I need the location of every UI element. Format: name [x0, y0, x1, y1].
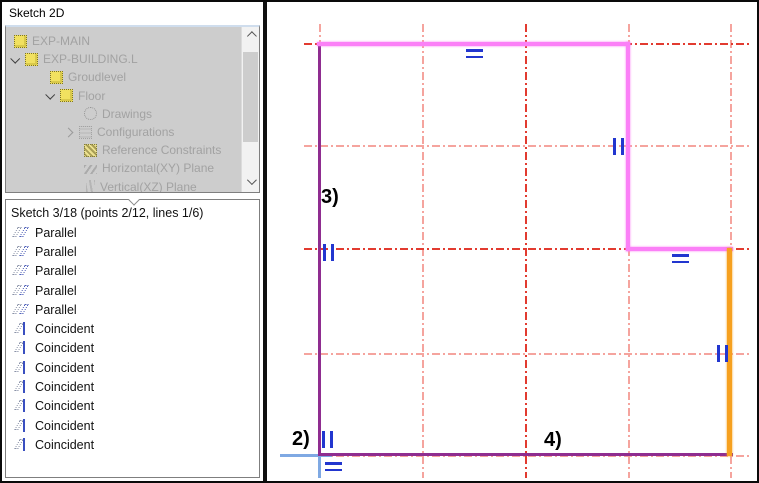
list-item[interactable]: Parallel: [6, 281, 259, 300]
tree-item-vertical-plane[interactable]: Vertical(XZ) Plane: [6, 178, 259, 194]
parallel-constraint-symbol[interactable]: [717, 345, 728, 362]
wall-left[interactable]: [318, 43, 322, 456]
coincident-icon: [14, 399, 29, 413]
construction-line-vertical: [525, 24, 527, 478]
constraint-label: Parallel: [35, 226, 77, 240]
parallel-icon: [14, 226, 29, 240]
scrollbar-up-button[interactable]: [242, 29, 259, 46]
sketch-canvas[interactable]: 3) 2) 4): [267, 2, 757, 481]
equal-constraint-symbol[interactable]: [325, 462, 342, 471]
coincident-icon: [14, 322, 29, 336]
construction-line-horizontal: [304, 353, 750, 355]
parallel-constraint-symbol[interactable]: [613, 138, 624, 155]
tree-item-label: Drawings: [102, 107, 152, 121]
list-item[interactable]: Coincident: [6, 416, 259, 435]
constraint-label: Coincident: [35, 438, 94, 452]
chevron-up-icon: [247, 31, 257, 41]
sketch-icon: [25, 53, 38, 66]
constraint-list: Parallel Parallel Parallel Parallel Para…: [6, 223, 259, 455]
sketch-2d-window: Sketch 2D EXP-MAIN EXP-BUILDING.L Groudl…: [0, 0, 759, 483]
list-item[interactable]: Coincident: [6, 435, 259, 454]
vertex-label: 3): [321, 187, 339, 207]
parallel-icon: [14, 245, 29, 259]
parallel-constraint-symbol[interactable]: [323, 244, 334, 261]
tree-item-horizontal-plane[interactable]: Horizontal(XY) Plane: [6, 159, 259, 177]
parallel-icon: [14, 284, 29, 298]
constraint-list-panel: Sketch 3/18 (points 2/12, lines 1/6) Par…: [5, 199, 260, 478]
coincident-icon: [14, 341, 29, 355]
tree-item-configurations[interactable]: Configurations: [6, 123, 259, 141]
panel-title: Sketch 2D: [2, 2, 263, 24]
list-item[interactable]: Coincident: [6, 339, 259, 358]
constraint-label: Coincident: [35, 341, 94, 355]
constraint-label: Coincident: [35, 399, 94, 413]
list-item[interactable]: Coincident: [6, 397, 259, 416]
coincident-icon: [14, 438, 29, 452]
tree-item-label: Floor: [78, 89, 105, 103]
drawings-icon: [84, 107, 97, 120]
coincident-icon: [14, 380, 29, 394]
configurations-icon: [79, 126, 92, 139]
chevron-right-icon[interactable]: [63, 129, 74, 136]
list-item[interactable]: Parallel: [6, 223, 259, 242]
wall-top[interactable]: [317, 42, 630, 46]
tree-item-label: Reference Constraints: [102, 143, 221, 157]
list-item[interactable]: Parallel: [6, 300, 259, 319]
constraint-label: Parallel: [35, 284, 77, 298]
tree-item-drawings[interactable]: Drawings: [6, 105, 259, 123]
chevron-down-icon: [247, 175, 257, 185]
wall-bottom[interactable]: [318, 453, 734, 457]
equal-constraint-symbol[interactable]: [466, 49, 483, 58]
constraint-label: Parallel: [35, 245, 77, 259]
constraint-label: Coincident: [35, 419, 94, 433]
tree-item-exp-building[interactable]: EXP-BUILDING.L: [6, 50, 259, 68]
list-item[interactable]: Parallel: [6, 262, 259, 281]
horizontal-plane-icon: [84, 165, 97, 174]
chevron-down-icon[interactable]: [44, 92, 55, 99]
vertex-label: 2): [292, 429, 310, 449]
parallel-icon: [14, 303, 29, 317]
tree-item-reference-constraints[interactable]: Reference Constraints: [6, 141, 259, 159]
constraint-label: Parallel: [35, 303, 77, 317]
tree-scrollbar[interactable]: [241, 27, 259, 192]
wall-right-upper[interactable]: [626, 42, 630, 251]
tree-item-label: Groudlevel: [68, 70, 126, 84]
coincident-icon: [14, 361, 29, 375]
tree-item-groudlevel[interactable]: Groudlevel: [6, 68, 259, 86]
tree-item-floor[interactable]: Floor: [6, 87, 259, 105]
constraint-label: Coincident: [35, 380, 94, 394]
tree-item-label: EXP-MAIN: [32, 34, 90, 48]
list-item[interactable]: Parallel: [6, 242, 259, 261]
constraint-label: Coincident: [35, 322, 94, 336]
tree-item-label: Vertical(XZ) Plane: [100, 180, 197, 193]
model-tree: EXP-MAIN EXP-BUILDING.L Groudlevel Floor: [5, 25, 260, 193]
sketch-icon: [50, 71, 63, 84]
scrollbar-down-button[interactable]: [242, 173, 259, 190]
parallel-constraint-symbol[interactable]: [322, 431, 333, 448]
tree-item-label: Horizontal(XY) Plane: [102, 161, 214, 175]
list-item[interactable]: Coincident: [6, 358, 259, 377]
constraint-label: Coincident: [35, 361, 94, 375]
sketch-icon: [60, 89, 73, 102]
scrollbar-thumb[interactable]: [243, 52, 258, 142]
wall-step[interactable]: [626, 247, 733, 251]
vertical-plane-icon: [86, 180, 95, 193]
sketch-icon: [14, 35, 27, 48]
reference-constraints-icon: [84, 144, 97, 157]
equal-constraint-symbol[interactable]: [672, 254, 689, 263]
construction-line-vertical: [422, 24, 424, 478]
left-panel: Sketch 2D EXP-MAIN EXP-BUILDING.L Groudl…: [2, 2, 263, 481]
parallel-icon: [14, 264, 29, 278]
vertex-label: 4): [544, 430, 562, 450]
list-item[interactable]: Coincident: [6, 319, 259, 338]
list-item[interactable]: Coincident: [6, 377, 259, 396]
construction-line-horizontal: [304, 145, 750, 147]
tree-item-exp-main[interactable]: EXP-MAIN: [6, 32, 259, 50]
chevron-down-icon[interactable]: [9, 56, 20, 63]
tree-item-label: EXP-BUILDING.L: [43, 52, 138, 66]
tree-item-label: Configurations: [97, 125, 174, 139]
constraint-label: Parallel: [35, 264, 77, 278]
coincident-icon: [14, 419, 29, 433]
origin-axis-y: [318, 454, 321, 478]
